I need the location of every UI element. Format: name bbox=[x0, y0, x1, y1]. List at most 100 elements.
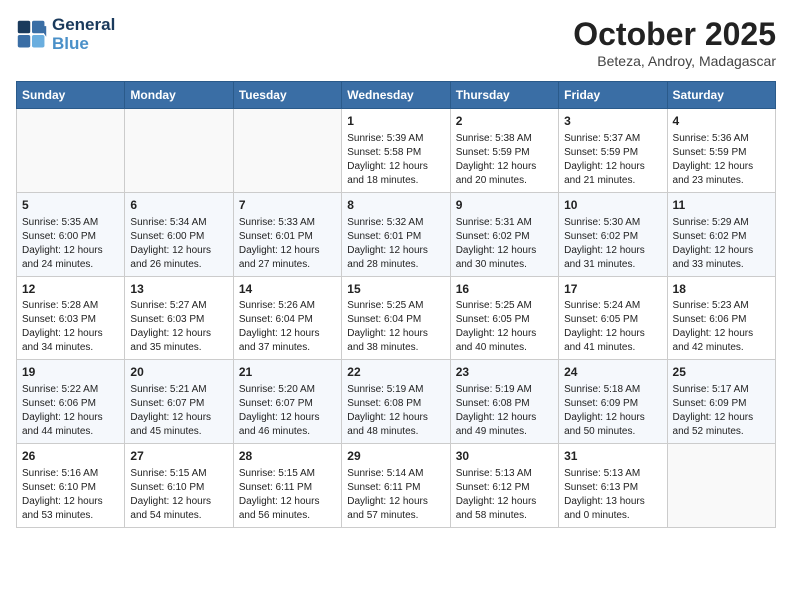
day-info: Sunrise: 5:35 AM bbox=[22, 216, 119, 230]
day-number: 31 bbox=[564, 448, 661, 465]
page-header: General Blue October 2025 Beteza, Androy… bbox=[16, 16, 776, 69]
calendar-cell: 1Sunrise: 5:39 AMSunset: 5:58 PMDaylight… bbox=[342, 109, 450, 193]
day-info: Daylight: 12 hours bbox=[564, 160, 661, 174]
day-info: Sunrise: 5:13 AM bbox=[456, 467, 553, 481]
day-info: Sunrise: 5:15 AM bbox=[239, 467, 336, 481]
day-info: Daylight: 12 hours bbox=[22, 495, 119, 509]
day-info: Sunset: 6:12 PM bbox=[456, 481, 553, 495]
calendar-cell: 23Sunrise: 5:19 AMSunset: 6:08 PMDayligh… bbox=[450, 360, 558, 444]
day-info: Daylight: 12 hours bbox=[130, 244, 227, 258]
day-info: Daylight: 12 hours bbox=[564, 411, 661, 425]
day-number: 29 bbox=[347, 448, 444, 465]
calendar-cell: 19Sunrise: 5:22 AMSunset: 6:06 PMDayligh… bbox=[17, 360, 125, 444]
day-info: Sunrise: 5:13 AM bbox=[564, 467, 661, 481]
day-info: and 31 minutes. bbox=[564, 258, 661, 272]
day-number: 2 bbox=[456, 113, 553, 130]
day-info: and 0 minutes. bbox=[564, 509, 661, 523]
day-number: 25 bbox=[673, 364, 770, 381]
day-info: Daylight: 12 hours bbox=[347, 160, 444, 174]
day-info: Sunrise: 5:34 AM bbox=[130, 216, 227, 230]
day-info: and 53 minutes. bbox=[22, 509, 119, 523]
day-info: Sunrise: 5:19 AM bbox=[347, 383, 444, 397]
day-info: Daylight: 12 hours bbox=[347, 327, 444, 341]
day-number: 5 bbox=[22, 197, 119, 214]
day-info: Daylight: 12 hours bbox=[239, 411, 336, 425]
calendar-cell: 12Sunrise: 5:28 AMSunset: 6:03 PMDayligh… bbox=[17, 276, 125, 360]
day-info: Daylight: 12 hours bbox=[456, 495, 553, 509]
calendar-cell: 7Sunrise: 5:33 AMSunset: 6:01 PMDaylight… bbox=[233, 192, 341, 276]
day-info: and 50 minutes. bbox=[564, 425, 661, 439]
day-info: Sunrise: 5:22 AM bbox=[22, 383, 119, 397]
day-info: and 54 minutes. bbox=[130, 509, 227, 523]
day-info: Daylight: 12 hours bbox=[347, 244, 444, 258]
weekday-header-sunday: Sunday bbox=[17, 82, 125, 109]
day-info: and 21 minutes. bbox=[564, 174, 661, 188]
day-info: Sunrise: 5:32 AM bbox=[347, 216, 444, 230]
day-number: 17 bbox=[564, 281, 661, 298]
day-number: 3 bbox=[564, 113, 661, 130]
calendar-cell: 3Sunrise: 5:37 AMSunset: 5:59 PMDaylight… bbox=[559, 109, 667, 193]
calendar-cell: 20Sunrise: 5:21 AMSunset: 6:07 PMDayligh… bbox=[125, 360, 233, 444]
day-info: Daylight: 12 hours bbox=[239, 244, 336, 258]
calendar-cell: 21Sunrise: 5:20 AMSunset: 6:07 PMDayligh… bbox=[233, 360, 341, 444]
day-info: Daylight: 12 hours bbox=[564, 244, 661, 258]
day-info: Daylight: 12 hours bbox=[22, 327, 119, 341]
day-info: Daylight: 12 hours bbox=[673, 411, 770, 425]
day-info: Daylight: 12 hours bbox=[22, 244, 119, 258]
day-info: and 23 minutes. bbox=[673, 174, 770, 188]
day-info: Daylight: 13 hours bbox=[564, 495, 661, 509]
day-info: Sunset: 6:00 PM bbox=[22, 230, 119, 244]
day-info: Sunset: 5:58 PM bbox=[347, 146, 444, 160]
calendar-cell: 27Sunrise: 5:15 AMSunset: 6:10 PMDayligh… bbox=[125, 444, 233, 528]
day-number: 4 bbox=[673, 113, 770, 130]
day-number: 16 bbox=[456, 281, 553, 298]
weekday-header-wednesday: Wednesday bbox=[342, 82, 450, 109]
day-info: Sunrise: 5:25 AM bbox=[347, 299, 444, 313]
day-info: Daylight: 12 hours bbox=[130, 327, 227, 341]
calendar-cell: 5 Sunrise: 5:35 AMSunset: 6:00 PMDaylight… bbox=[17, 192, 125, 276]
day-info: Sunrise: 5:36 AM bbox=[673, 132, 770, 146]
day-info: Sunset: 6:01 PM bbox=[239, 230, 336, 244]
day-number: 26 bbox=[22, 448, 119, 465]
location-subtitle: Beteza, Androy, Madagascar bbox=[573, 53, 776, 69]
day-number: 22 bbox=[347, 364, 444, 381]
day-info: Sunset: 6:04 PM bbox=[239, 313, 336, 327]
day-info: Sunset: 6:13 PM bbox=[564, 481, 661, 495]
day-info: Sunset: 5:59 PM bbox=[456, 146, 553, 160]
day-info: and 44 minutes. bbox=[22, 425, 119, 439]
day-info: and 26 minutes. bbox=[130, 258, 227, 272]
day-info: Sunset: 6:08 PM bbox=[347, 397, 444, 411]
day-info: Sunset: 6:10 PM bbox=[130, 481, 227, 495]
day-info: Sunrise: 5:37 AM bbox=[564, 132, 661, 146]
day-info: and 56 minutes. bbox=[239, 509, 336, 523]
calendar-cell: 28Sunrise: 5:15 AMSunset: 6:11 PMDayligh… bbox=[233, 444, 341, 528]
calendar-cell: 22Sunrise: 5:19 AMSunset: 6:08 PMDayligh… bbox=[342, 360, 450, 444]
day-info: Sunset: 6:06 PM bbox=[673, 313, 770, 327]
day-number: 12 bbox=[22, 281, 119, 298]
day-info: and 33 minutes. bbox=[673, 258, 770, 272]
weekday-header-saturday: Saturday bbox=[667, 82, 775, 109]
day-info: and 52 minutes. bbox=[673, 425, 770, 439]
day-info: Sunset: 6:11 PM bbox=[239, 481, 336, 495]
day-number: 14 bbox=[239, 281, 336, 298]
day-info: and 49 minutes. bbox=[456, 425, 553, 439]
day-info: Sunrise: 5:24 AM bbox=[564, 299, 661, 313]
day-info: Sunset: 6:02 PM bbox=[456, 230, 553, 244]
day-info: Sunset: 6:05 PM bbox=[564, 313, 661, 327]
day-info: Sunset: 5:59 PM bbox=[673, 146, 770, 160]
day-info: and 27 minutes. bbox=[239, 258, 336, 272]
day-info: Daylight: 12 hours bbox=[22, 411, 119, 425]
day-number: 18 bbox=[673, 281, 770, 298]
day-info: Sunrise: 5:15 AM bbox=[130, 467, 227, 481]
calendar-cell bbox=[667, 444, 775, 528]
day-number: 1 bbox=[347, 113, 444, 130]
title-block: October 2025 Beteza, Androy, Madagascar bbox=[573, 16, 776, 69]
day-info: Sunrise: 5:16 AM bbox=[22, 467, 119, 481]
day-info: Daylight: 12 hours bbox=[673, 244, 770, 258]
day-number: 11 bbox=[673, 197, 770, 214]
day-number: 9 bbox=[456, 197, 553, 214]
day-info: and 35 minutes. bbox=[130, 341, 227, 355]
day-info: and 42 minutes. bbox=[673, 341, 770, 355]
day-number: 13 bbox=[130, 281, 227, 298]
day-info: Sunrise: 5:33 AM bbox=[239, 216, 336, 230]
